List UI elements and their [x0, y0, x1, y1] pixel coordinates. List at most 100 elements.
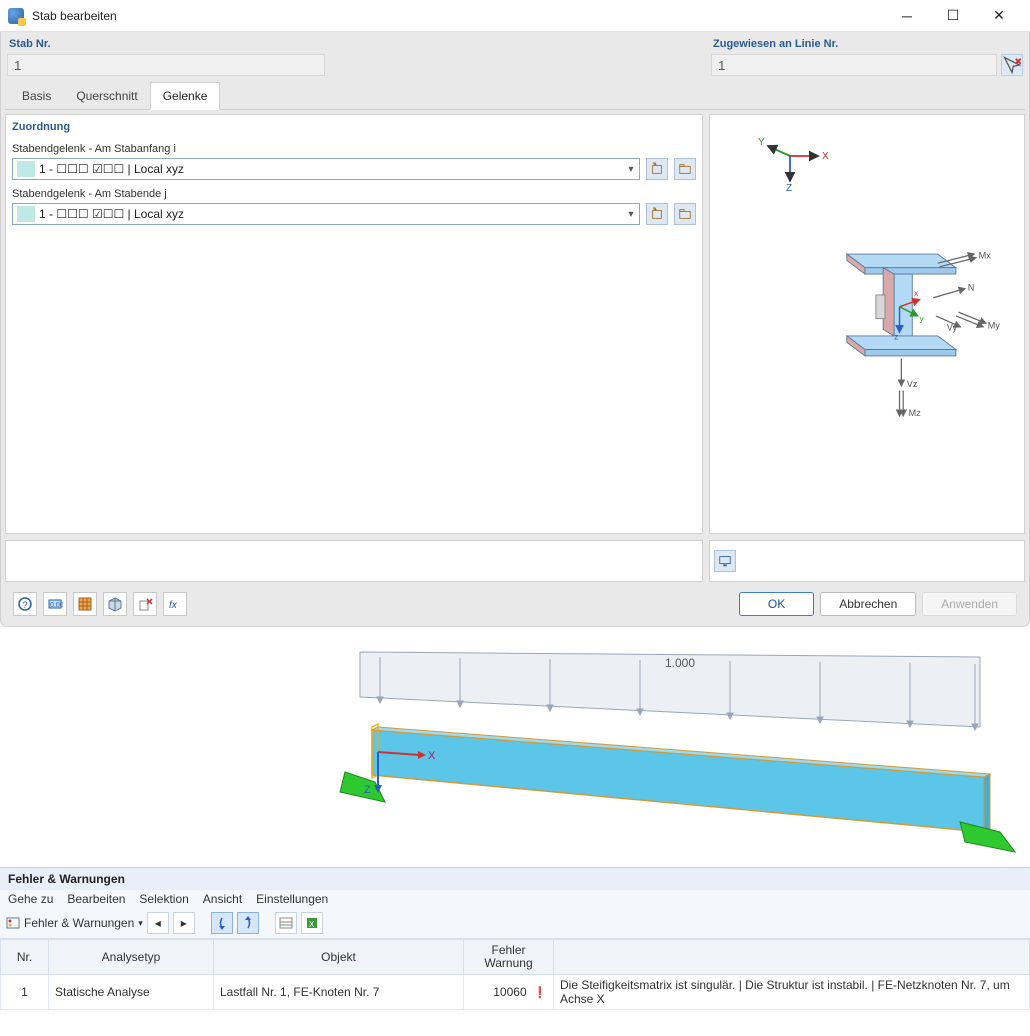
svg-text:Y: Y: [758, 137, 765, 148]
new-icon: [650, 162, 664, 176]
help-icon: ?: [17, 596, 33, 612]
col-desc[interactable]: [554, 940, 1030, 975]
app-icon: [8, 8, 24, 24]
display-options-button[interactable]: [714, 550, 736, 572]
cube-icon: [107, 596, 123, 612]
errors-menu: Gehe zu Bearbeiten Selektion Ansicht Ein…: [0, 890, 1030, 908]
cell-objekt: Lastfall Nr. 1, FE-Knoten Nr. 7: [214, 975, 464, 1010]
ibeam-illustration: x y z N Mx Vy My: [820, 245, 1010, 445]
close-button[interactable]: ✕: [976, 0, 1022, 32]
new-stabende-button[interactable]: [646, 203, 668, 225]
zugewiesen-panel: Zugewiesen an Linie Nr.: [709, 36, 1025, 80]
stabanfang-dropdown[interactable]: 1 - ☐☐☐ ☑☐☐ | Local xyz ▾: [12, 158, 640, 180]
stabende-dropdown[interactable]: 1 - ☐☐☐ ☑☐☐ | Local xyz ▾: [12, 203, 640, 225]
edit-stabanfang-button[interactable]: [674, 158, 696, 180]
svg-text:Z: Z: [364, 784, 371, 796]
svg-text:0,00: 0,00: [50, 602, 63, 609]
cell-nr: 1: [1, 975, 49, 1010]
pick-line-button[interactable]: [1001, 54, 1023, 76]
col-objekt[interactable]: Objekt: [214, 940, 464, 975]
gelenke-panel: Zuordnung Stabendgelenk - Am Stabanfang …: [5, 114, 703, 534]
errors-title: Fehler & Warnungen: [0, 868, 1030, 890]
menu-selektion[interactable]: Selektion: [139, 892, 188, 906]
svg-text:Z: Z: [786, 183, 792, 191]
stabende-label: Stabendgelenk - Am Stabende j: [12, 188, 696, 200]
new-icon: [650, 207, 664, 221]
function-button[interactable]: fx: [163, 592, 187, 616]
new-stabanfang-button[interactable]: [646, 158, 668, 180]
cancel-button[interactable]: Abbrechen: [820, 592, 916, 616]
warning-list-icon: [6, 916, 20, 930]
errors-panel: Fehler & Warnungen Gehe zu Bearbeiten Se…: [0, 867, 1030, 1010]
dialog-body: Stab Nr. Zugewiesen an Linie Nr. Basis Q…: [0, 32, 1030, 627]
filter2-button[interactable]: [237, 912, 259, 934]
svg-text:?: ?: [23, 600, 28, 610]
delete-icon: [137, 596, 153, 612]
cursor-icon: [1002, 55, 1022, 75]
svg-text:y: y: [920, 314, 925, 323]
units-button[interactable]: 0,00: [43, 592, 67, 616]
tab-querschnitt[interactable]: Querschnitt: [63, 82, 150, 109]
filter1-button[interactable]: [211, 912, 233, 934]
col-fehler[interactable]: Fehler Warnung: [464, 940, 554, 975]
fe-settings-button[interactable]: [73, 592, 97, 616]
col-analysetyp[interactable]: Analysetyp: [49, 940, 214, 975]
window-title: Stab bearbeiten: [32, 9, 884, 23]
folder-icon: [678, 162, 692, 176]
stabanfang-value: 1 - ☐☐☐ ☑☐☐ | Local xyz: [39, 162, 623, 176]
table-view-button[interactable]: [275, 912, 297, 934]
3d-viewport[interactable]: 1.000 X Z: [0, 627, 1030, 867]
cell-desc: Die Steifigkeitsmatrix ist singulär. | D…: [554, 975, 1030, 1010]
cell-code: 10060 ❗: [464, 975, 554, 1010]
preview-panel: X Y Z: [709, 114, 1025, 534]
grid-icon: [77, 596, 93, 612]
zugewiesen-input[interactable]: [711, 54, 997, 76]
menu-einstellungen[interactable]: Einstellungen: [256, 892, 328, 906]
svg-text:x: x: [914, 289, 918, 298]
errors-table: Nr. Analysetyp Objekt Fehler Warnung 1 S…: [0, 939, 1030, 1010]
arrow-up-icon: [241, 916, 255, 930]
svg-text:X: X: [822, 151, 829, 162]
minimize-button[interactable]: ─: [884, 0, 930, 32]
tabs: Basis Querschnitt Gelenke: [5, 82, 1025, 110]
svg-text:X: X: [309, 920, 315, 929]
svg-text:Vz: Vz: [907, 379, 918, 389]
svg-text:fx: fx: [169, 600, 178, 611]
edit-stabende-button[interactable]: [674, 203, 696, 225]
svg-text:Vy: Vy: [947, 322, 958, 332]
svg-text:Mx: Mx: [979, 251, 992, 261]
stabanfang-label: Stabendgelenk - Am Stabanfang i: [12, 143, 696, 155]
chevron-right-icon: ▸: [181, 916, 187, 930]
svg-text:N: N: [968, 282, 975, 292]
nav-back-button[interactable]: ◂: [147, 912, 169, 934]
svg-text:Mz: Mz: [909, 408, 922, 418]
errors-toolbar: Fehler & Warnungen ▾ ◂ ▸ X: [0, 908, 1030, 939]
tab-gelenke[interactable]: Gelenke: [150, 82, 221, 110]
ok-button[interactable]: OK: [739, 592, 814, 616]
maximize-button[interactable]: ☐: [930, 0, 976, 32]
stab-nr-input[interactable]: [7, 54, 325, 76]
units-icon: 0,00: [47, 596, 63, 612]
nav-fwd-button[interactable]: ▸: [173, 912, 195, 934]
delete-hinge-button[interactable]: [133, 592, 157, 616]
tab-basis[interactable]: Basis: [9, 82, 64, 109]
color-swatch-icon: [17, 161, 35, 177]
breadcrumb[interactable]: Fehler & Warnungen ▾: [6, 916, 143, 930]
dialog-footer: ? 0,00 fx OK Abbrechen Anwenden: [5, 586, 1025, 626]
chevron-down-icon: ▾: [623, 164, 639, 175]
titlebar: Stab bearbeiten ─ ☐ ✕: [0, 0, 1030, 32]
export-button[interactable]: X: [301, 912, 323, 934]
apply-button[interactable]: Anwenden: [922, 592, 1017, 616]
stab-nr-label: Stab Nr.: [7, 38, 325, 54]
menu-geh[interactable]: Gehe zu: [8, 892, 53, 906]
axis-triad-icon: X Y Z: [750, 131, 830, 191]
cell-analysetyp: Statische Analyse: [49, 975, 214, 1010]
table-row[interactable]: 1 Statische Analyse Lastfall Nr. 1, FE-K…: [1, 975, 1030, 1010]
col-nr[interactable]: Nr.: [1, 940, 49, 975]
svg-text:z: z: [894, 333, 898, 342]
help-button[interactable]: ?: [13, 592, 37, 616]
render-button[interactable]: [103, 592, 127, 616]
menu-bearbeiten[interactable]: Bearbeiten: [67, 892, 125, 906]
menu-ansicht[interactable]: Ansicht: [203, 892, 242, 906]
zuordnung-header: Zuordnung: [12, 121, 696, 139]
